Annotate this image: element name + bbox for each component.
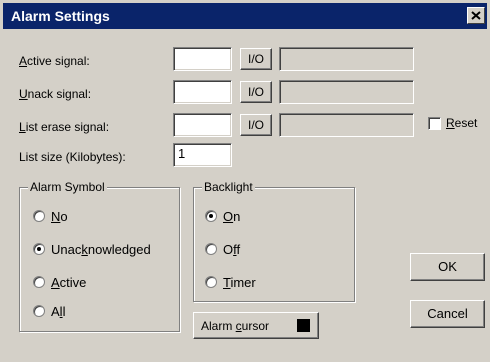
reset-checkbox[interactable]: [428, 117, 441, 130]
unack-signal-address-field: [279, 80, 414, 104]
unack-signal-input[interactable]: [173, 80, 232, 104]
active-signal-input[interactable]: [173, 47, 232, 71]
radio-button[interactable]: [205, 243, 217, 255]
alarm-settings-dialog: Alarm Settings Active signal: I/O Unack …: [0, 0, 490, 362]
radio-button[interactable]: [205, 276, 217, 288]
active-signal-label: Active signal:: [19, 54, 90, 68]
radio-button[interactable]: [205, 210, 217, 222]
window-title: Alarm Settings: [11, 8, 110, 24]
list-size-input[interactable]: 1: [173, 143, 232, 167]
list-erase-signal-address-field: [279, 113, 414, 137]
close-icon: [471, 11, 481, 20]
reset-label[interactable]: Reset: [446, 116, 477, 130]
active-signal-address-field: [279, 47, 414, 71]
alarm-symbol-group-title: Alarm Symbol: [28, 180, 107, 194]
cancel-button[interactable]: Cancel: [410, 300, 485, 328]
radio-selected-dot: [209, 214, 213, 218]
close-button[interactable]: [467, 7, 485, 24]
active-signal-io-button[interactable]: I/O: [240, 48, 272, 70]
radio-button[interactable]: [33, 243, 45, 255]
cursor-color-swatch: [297, 319, 310, 332]
alarm-cursor-button[interactable]: Alarm cursor: [193, 312, 319, 339]
unack-signal-label: Unack signal:: [19, 87, 92, 101]
list-size-label: List size (Kilobytes):: [19, 150, 126, 164]
unack-signal-io-button[interactable]: I/O: [240, 81, 272, 103]
radio-button[interactable]: [33, 276, 45, 288]
backlight-group: Backlight: [193, 180, 355, 302]
list-erase-signal-input[interactable]: [173, 113, 232, 137]
backlight-group-title: Backlight: [202, 180, 255, 194]
radio-button[interactable]: [33, 305, 45, 317]
list-erase-signal-io-button[interactable]: I/O: [240, 114, 272, 136]
title-bar[interactable]: Alarm Settings: [3, 3, 487, 29]
list-erase-signal-label: List erase signal:: [19, 120, 110, 134]
radio-selected-dot: [37, 247, 41, 251]
radio-button[interactable]: [33, 210, 45, 222]
ok-button[interactable]: OK: [410, 253, 485, 281]
